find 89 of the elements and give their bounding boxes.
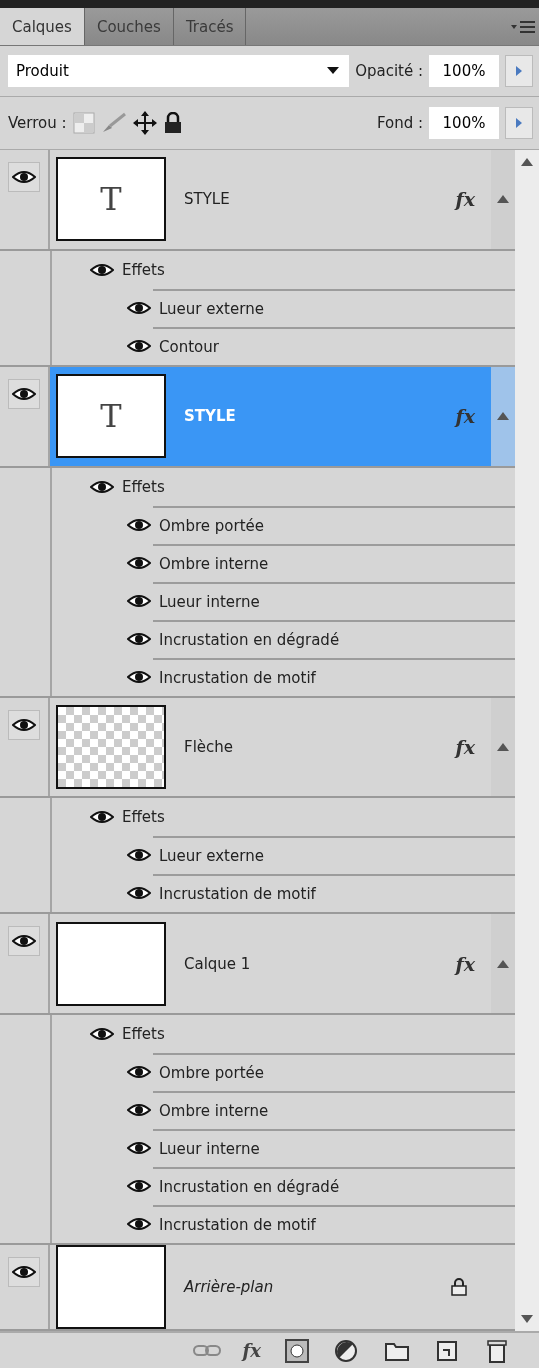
effects-label: Effets <box>122 260 165 279</box>
effect-name: Lueur interne <box>159 592 260 611</box>
effect-name: Lueur interne <box>159 1140 260 1158</box>
effect-name: Incrustation en dégradé <box>159 1178 340 1196</box>
eye-icon[interactable] <box>127 848 151 863</box>
visibility-toggle[interactable] <box>8 378 40 409</box>
effect-name: Ombre portée <box>159 1064 264 1082</box>
eye-icon[interactable] <box>127 886 151 901</box>
blend-mode-dropdown[interactable]: Produit <box>8 55 350 87</box>
eye-icon[interactable] <box>12 1265 36 1279</box>
fx-label: fx <box>455 188 475 211</box>
collapse-arrow-icon[interactable] <box>497 412 509 421</box>
eye-icon[interactable] <box>127 1065 151 1079</box>
eye-icon[interactable] <box>127 631 151 646</box>
effects-label: Effets <box>122 1025 165 1043</box>
effect-name: Ombre interne <box>159 554 269 573</box>
eye-icon[interactable] <box>90 262 114 277</box>
layer-row[interactable]: Arrière-plan <box>50 1245 515 1329</box>
fx-label: fx <box>455 405 475 428</box>
visibility-toggle[interactable] <box>8 1257 40 1287</box>
layer-name: STYLE <box>184 407 237 426</box>
add-style-button[interactable]: fx <box>242 1340 261 1361</box>
effect-name: Incrustation de motif <box>159 668 316 687</box>
effects-label: Effets <box>122 808 165 827</box>
eye-icon[interactable] <box>90 810 114 825</box>
text-layer-glyph: T <box>100 397 122 436</box>
layer-row[interactable]: Calque 1 fx <box>50 914 491 1013</box>
effects-label: Effets <box>122 477 165 496</box>
collapse-arrow-icon[interactable] <box>497 195 509 204</box>
effect-name: Lueur externe <box>159 299 264 318</box>
layer-row[interactable]: T STYLE fx <box>50 150 491 249</box>
eye-icon[interactable] <box>12 717 36 732</box>
fx-label: fx <box>455 952 475 975</box>
effect-name: Incrustation de motif <box>159 1216 316 1234</box>
fill-slider-button[interactable] <box>505 107 533 139</box>
collapse-arrow-icon[interactable] <box>497 742 509 751</box>
mask-icon[interactable] <box>283 1337 311 1364</box>
fill-field[interactable]: 100% <box>429 107 499 139</box>
eye-icon[interactable] <box>127 300 151 315</box>
layer-name: STYLE <box>184 190 231 209</box>
eye-icon[interactable] <box>127 1179 151 1193</box>
eye-icon[interactable] <box>127 593 151 608</box>
effect-name: Incrustation en dégradé <box>159 630 340 649</box>
eye-icon[interactable] <box>90 479 114 494</box>
lock-label: Verrou : <box>8 114 67 132</box>
eye-icon[interactable] <box>12 170 36 184</box>
visibility-toggle[interactable] <box>8 162 40 192</box>
collapse-arrow-icon[interactable] <box>521 158 533 166</box>
eye-icon[interactable] <box>90 1027 114 1041</box>
panel-menu-icon[interactable] <box>511 19 535 34</box>
effect-name: Ombre portée <box>159 516 264 535</box>
layer-name: Calque 1 <box>184 954 252 973</box>
eye-icon[interactable] <box>12 934 36 949</box>
scrollbar[interactable] <box>515 150 539 1331</box>
layer-name: Arrière-plan <box>184 1278 275 1296</box>
lock-icon <box>451 1278 467 1296</box>
visibility-toggle[interactable] <box>8 926 40 957</box>
text-layer-glyph: T <box>100 180 122 219</box>
panel-tab[interactable]: Tracés <box>173 8 247 45</box>
effect-name: Lueur externe <box>159 847 264 866</box>
play-arrow-icon <box>516 118 522 128</box>
lock-icon[interactable] <box>162 112 183 134</box>
opacity-label: Opacité : <box>355 62 423 80</box>
panel-tab[interactable]: Couches <box>84 8 174 45</box>
layer-name: Flèche <box>184 737 234 756</box>
eye-icon[interactable] <box>127 338 151 353</box>
eye-icon[interactable] <box>127 1103 151 1117</box>
fx-label: fx <box>455 735 475 758</box>
play-arrow-icon <box>516 66 522 76</box>
panel-tab[interactable]: Calques <box>0 8 85 45</box>
visibility-toggle[interactable] <box>8 709 40 740</box>
move-icon[interactable] <box>132 111 157 135</box>
effect-name: Incrustation de motif <box>159 885 316 904</box>
eye-icon[interactable] <box>127 555 151 570</box>
collapse-arrow-icon[interactable] <box>497 959 509 968</box>
effect-name: Ombre interne <box>159 1102 269 1120</box>
fill-label: Fond : <box>376 114 423 132</box>
eye-icon[interactable] <box>127 1217 151 1231</box>
eye-icon[interactable] <box>12 386 36 401</box>
expand-arrow-icon[interactable] <box>521 1315 533 1323</box>
opacity-slider-button[interactable] <box>505 55 533 87</box>
effect-name: Contour <box>159 337 219 356</box>
layer-row[interactable]: T STYLE fx <box>50 366 491 466</box>
eye-icon[interactable] <box>127 517 151 532</box>
layer-row[interactable]: Flèche fx <box>50 697 491 797</box>
eye-icon[interactable] <box>127 669 151 684</box>
opacity-field[interactable]: 100% <box>429 55 499 87</box>
eye-icon[interactable] <box>127 1141 151 1155</box>
dropdown-caret-icon <box>327 67 340 75</box>
